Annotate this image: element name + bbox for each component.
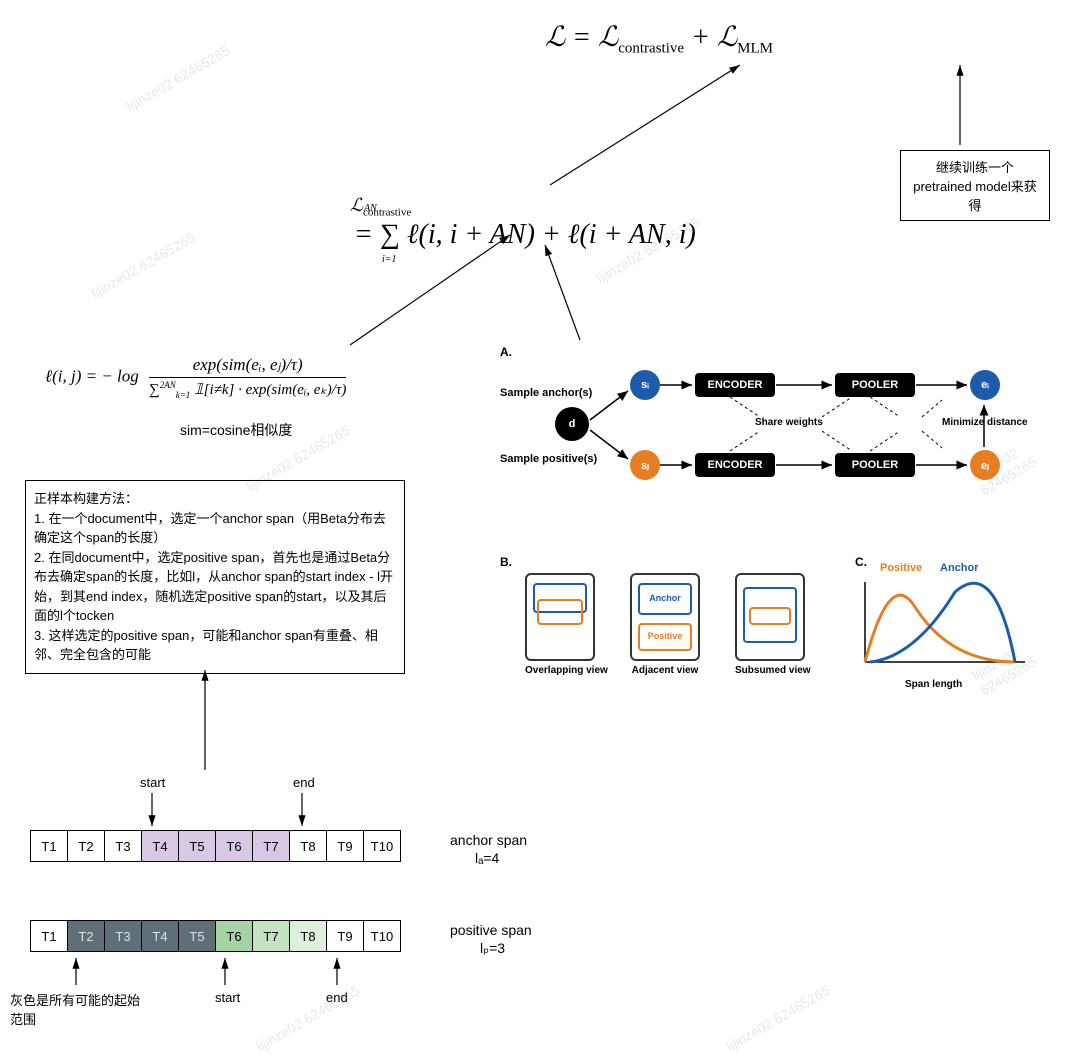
grey-range-note: 灰色是所有可能的起始范围 (10, 990, 150, 1028)
formula-text: ℒ = ℒ (545, 22, 618, 53)
anchor-la-label: lₐ=4 (475, 850, 499, 866)
box-item-3: 3. 这样选定的positive span，可能和anchor span有重叠、… (34, 626, 396, 665)
token-cell: T1 (30, 920, 68, 952)
watermark: lijinze02 62465265 (124, 42, 234, 115)
overlapping-view-box (525, 573, 595, 661)
sum-sup: 2AN (160, 380, 176, 390)
sum-upper: AN (364, 203, 377, 214)
subsumed-view-box (735, 573, 805, 661)
diagram-b-title: B. (500, 555, 512, 569)
formula-plus: + ℒ (684, 22, 737, 53)
positive-rect (537, 599, 583, 625)
token-cell-anchor: T6 (215, 830, 253, 862)
diagram-a: A. Sample anchor(s) Sample positive(s) d… (500, 345, 1060, 525)
start-label-1: start (140, 775, 165, 790)
overlapping-caption: Overlapping view (525, 665, 608, 676)
mlm-description-box: 继续训练一个pretrained model来获得 (900, 150, 1050, 221)
den-body: 𝟙[i≠k] · exp(sim(eᵢ, eₖ)/τ) (190, 382, 346, 398)
l-symbol: ℒ (350, 195, 363, 215)
adjacent-caption: Adjacent view (630, 665, 700, 676)
contrastive-subscript: contrastive (618, 41, 684, 57)
token-cell-anchor: T4 (141, 830, 179, 862)
positive-token-row: T1 T2 T3 T4 T5 T6 T7 T8 T9 T10 (30, 920, 401, 952)
token-cell: T3 (104, 830, 142, 862)
loss-ij-formula: ℓ(i, j) = − log exp(sim(eᵢ, eⱼ)/τ) ∑2ANk… (45, 355, 445, 400)
token-cell-positive: T6 (215, 920, 253, 952)
main-loss-formula: ℒ = ℒcontrastive + ℒMLM (545, 20, 773, 58)
box-title: 正样本构建方法： (34, 489, 396, 509)
token-cell: T2 (67, 830, 105, 862)
span-length-caption: Span length (905, 679, 962, 690)
mlm-subscript: MLM (737, 41, 773, 57)
token-cell: T8 (289, 830, 327, 862)
loss-numerator: exp(sim(eᵢ, eⱼ)/τ) (149, 355, 346, 378)
anchor-token-row: T1 T2 T3 T4 T5 T6 T7 T8 T9 T10 (30, 830, 401, 862)
positive-rect (749, 607, 791, 625)
contrastive-loss-formula: ℒcontrastive AN = ∑ ℓ(i, i + AN) + ℓ(i +… (350, 195, 750, 251)
end-label-2: end (326, 990, 348, 1005)
token-cell-range: T3 (104, 920, 142, 952)
start-label-2: start (215, 990, 240, 1005)
token-cell-positive: T7 (252, 920, 290, 952)
token-cell-anchor: T7 (252, 830, 290, 862)
sum-sym: ∑ (149, 382, 160, 398)
token-cell-range: T5 (178, 920, 216, 952)
token-cell: T10 (363, 920, 401, 952)
token-cell: T9 (326, 920, 364, 952)
watermark: lijinze02 62465265 (89, 229, 199, 302)
diagram-a-arrows (500, 345, 1060, 515)
box-item-2: 2. 在同document中，选定positive span，首先也是通过Bet… (34, 548, 396, 626)
diagram-c-title: C. (855, 555, 867, 569)
anchor-span-label: anchor span (450, 832, 527, 848)
token-cell-anchor: T5 (178, 830, 216, 862)
token-cell: T10 (363, 830, 401, 862)
anchor-rect: Anchor (638, 583, 692, 615)
token-cell-range: T2 (67, 920, 105, 952)
token-cell: T1 (30, 830, 68, 862)
positive-span-label: positive span (450, 922, 532, 938)
adjacent-view-box: Anchor Positive (630, 573, 700, 661)
positive-lp-label: lₚ=3 (480, 940, 505, 957)
span-length-chart (855, 577, 1035, 672)
box-item-1: 1. 在一个document中，选定一个anchor span（用Beta分布去… (34, 509, 396, 548)
anchor-legend: Anchor (940, 562, 979, 574)
positive-construction-box: 正样本构建方法： 1. 在一个document中，选定一个anchor span… (25, 480, 405, 674)
sum-sub: k=1 (176, 390, 191, 400)
sum-lower: i=1 (382, 254, 397, 265)
positive-rect: Positive (638, 623, 692, 651)
loss-lhs: ℓ(i, j) = − log (45, 366, 139, 385)
sum-symbol: = ∑ ℓ(i, i + AN) + ℓ(i + AN, i) (354, 219, 696, 250)
watermark: lijinze02 62465265 (724, 982, 834, 1055)
token-cell-range: T4 (141, 920, 179, 952)
token-cell: T9 (326, 830, 364, 862)
positive-legend: Positive (880, 562, 922, 574)
sim-note: sim=cosine相似度 (180, 420, 292, 440)
end-label-1: end (293, 775, 315, 790)
subsumed-caption: Subsumed view (735, 665, 811, 676)
token-cell-positive: T8 (289, 920, 327, 952)
